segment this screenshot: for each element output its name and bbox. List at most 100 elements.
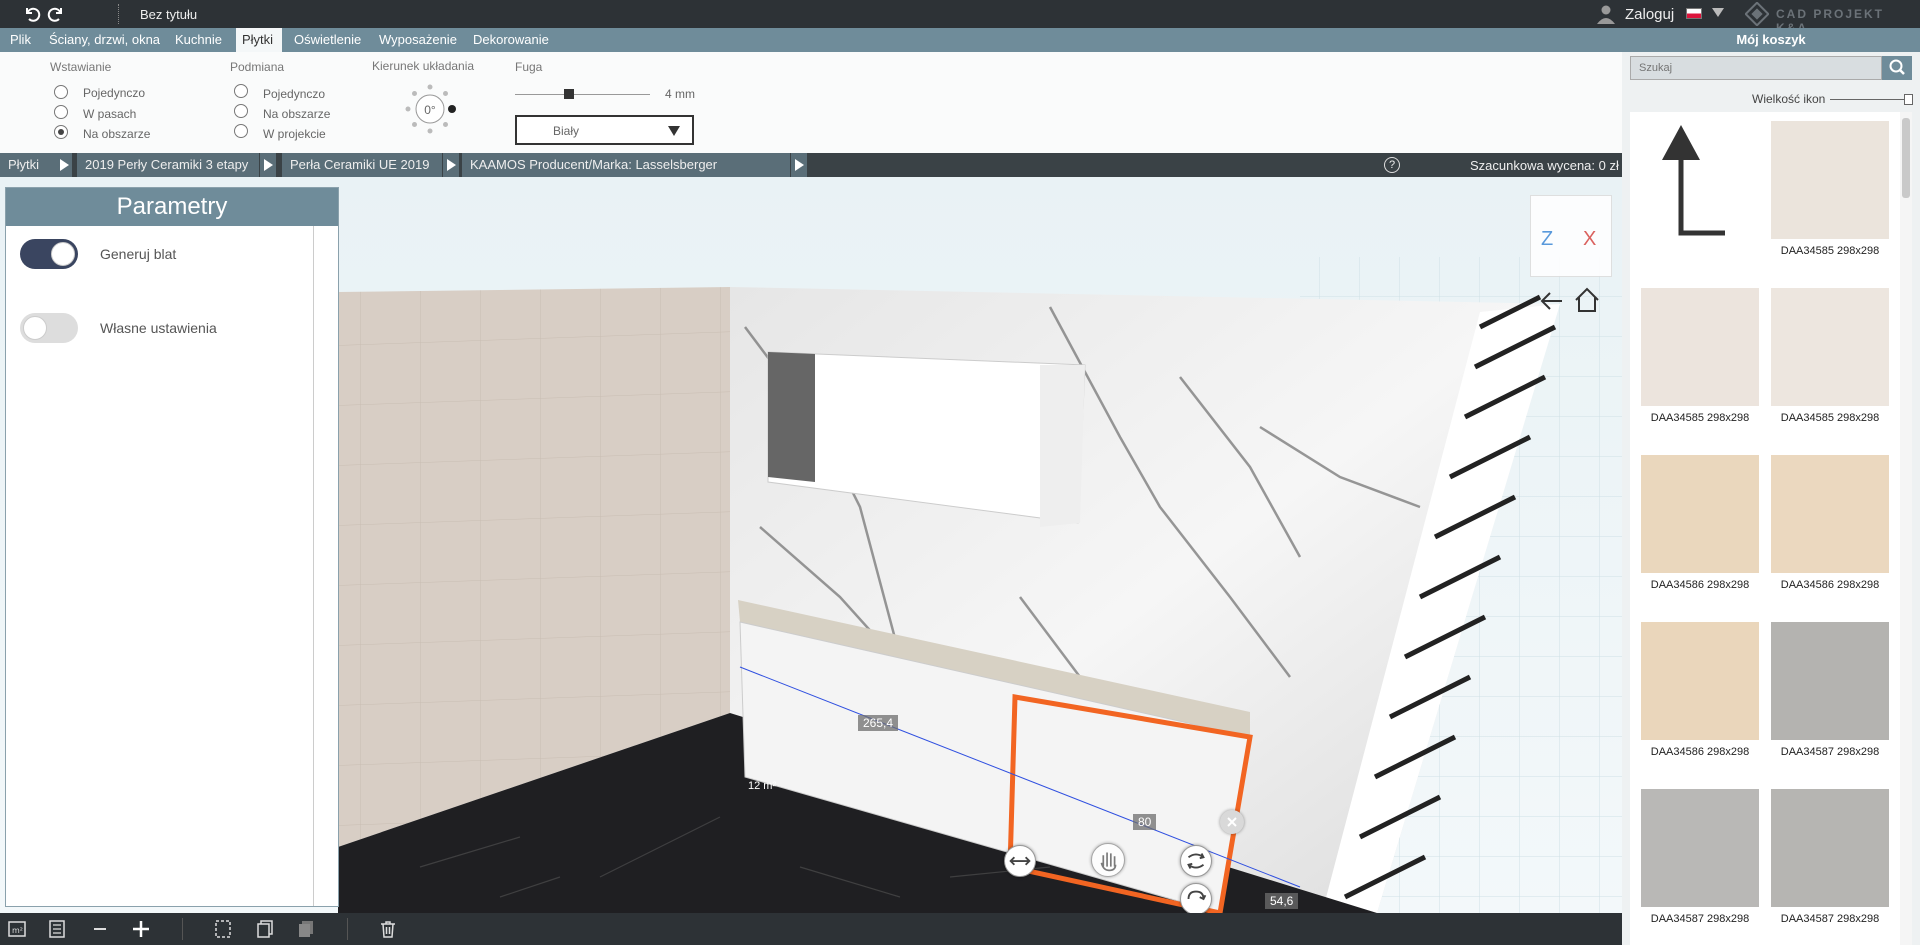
view-cube-z[interactable]: Z (1541, 228, 1553, 251)
icon-size-label: Wielkość ikon (1752, 92, 1826, 106)
help-icon[interactable]: ? (1384, 157, 1400, 173)
price-estimate: Szacunkowa wycena: 0 zł (1470, 158, 1619, 173)
frame-select-icon[interactable] (213, 919, 233, 939)
dimension-width: 80 (1133, 814, 1157, 830)
replace-project-radio[interactable] (234, 124, 248, 138)
breadcrumb-arrow-icon (443, 153, 459, 177)
area-measure-icon[interactable]: m² (7, 919, 27, 939)
insert-single-radio[interactable] (54, 85, 68, 99)
breadcrumb-item-collection[interactable]: 2019 Perły Ceramiki 3 etapy (77, 153, 259, 177)
close-icon[interactable] (1220, 810, 1244, 834)
back-arrow-icon[interactable] (1540, 289, 1564, 313)
redo-icon[interactable] (46, 4, 66, 24)
menu-lighting[interactable]: Oświetlenie (290, 28, 365, 52)
home-icon[interactable] (1574, 287, 1600, 313)
parameters-title: Parametry (6, 188, 338, 226)
trash-icon[interactable] (378, 919, 398, 939)
user-icon[interactable] (1596, 4, 1616, 24)
insert-single-label: Pojedynczo (83, 86, 146, 100)
menu-plik[interactable]: Plik (6, 28, 35, 52)
catalog-tile[interactable]: DAA34585 298x298 (1771, 288, 1889, 424)
tile-swatch (1771, 789, 1889, 907)
search-button[interactable] (1882, 56, 1912, 80)
rotate-vertical-icon[interactable] (1180, 883, 1212, 915)
replace-group-title: Podmiana (230, 60, 285, 74)
generate-countertop-toggle[interactable] (20, 239, 78, 269)
toolbar-divider (347, 918, 348, 940)
replace-area-radio[interactable] (234, 104, 248, 118)
breadcrumb-item-product[interactable]: KAAMOS Producent/Marka: Lasselsberger s.… (462, 153, 790, 196)
tile-swatch (1771, 455, 1889, 573)
tile-swatch (1641, 789, 1759, 907)
undo-icon[interactable] (22, 4, 42, 24)
own-settings-label: Własne ustawienia (100, 320, 217, 336)
menu-tiles[interactable]: Płytki (236, 28, 282, 52)
toolbar-divider (182, 918, 183, 940)
replace-area-label: Na obszarze (263, 107, 331, 121)
replace-project-label: W projekcie (263, 127, 326, 141)
toggle-knob (23, 316, 47, 340)
zoom-out-icon[interactable] (90, 919, 110, 939)
breadcrumb-arrow-icon (56, 153, 72, 177)
grout-color-value: Biały (553, 124, 580, 138)
catalog-tile[interactable]: DAA34587 298x298 (1641, 789, 1759, 925)
language-flag-icon[interactable] (1686, 8, 1702, 19)
catalog-tile[interactable]: DAA34585 298x298 (1771, 121, 1889, 257)
icon-size-slider-thumb[interactable] (1904, 94, 1913, 105)
tile-label: DAA34587 298x298 (1780, 746, 1880, 758)
tile-label: DAA34587 298x298 (1650, 913, 1750, 925)
rotate-horizontal-icon[interactable] (1180, 845, 1212, 877)
menu-equipment[interactable]: Wyposażenie (375, 28, 461, 52)
zoom-in-icon[interactable] (131, 919, 151, 939)
catalog-tile[interactable]: DAA34586 298x298 (1641, 622, 1759, 758)
dimension-area: 12 m² (748, 780, 777, 792)
tile-swatch (1641, 288, 1759, 406)
grout-width-slider-thumb[interactable] (564, 89, 574, 99)
view-cube-x[interactable]: X (1583, 228, 1596, 251)
parameters-panel: Parametry Generuj blat Własne ustawienia (5, 187, 339, 907)
breadcrumb-arrow-icon (791, 153, 807, 177)
login-link[interactable]: Zaloguj (1625, 6, 1674, 23)
own-settings-toggle[interactable] (20, 313, 78, 343)
catalog-tile[interactable]: DAA34586 298x298 (1641, 455, 1759, 591)
grout-color-select[interactable]: Biały (515, 115, 694, 145)
pan-hand-icon[interactable] (1091, 843, 1125, 877)
scrollbar-thumb[interactable] (1902, 118, 1910, 198)
search-input[interactable] (1630, 56, 1882, 80)
breadcrumb: Płytki 2019 Perły Ceramiki 3 etapy Perła… (0, 153, 1622, 196)
menu-kitchens[interactable]: Kuchnie (171, 28, 226, 52)
tile-label: DAA34587 298x298 (1780, 913, 1880, 925)
catalog-tile[interactable]: DAA34586 298x298 (1771, 455, 1889, 591)
list-report-icon[interactable] (47, 919, 67, 939)
document-title[interactable]: Bez tytułu (140, 7, 197, 22)
tile-swatch (1771, 622, 1889, 740)
breadcrumb-item-tiles[interactable]: Płytki (0, 153, 60, 177)
parameters-scrollbar[interactable] (313, 226, 314, 906)
insert-strips-label: W pasach (83, 107, 137, 121)
paste-icon[interactable] (296, 919, 316, 939)
catalog-tile[interactable]: DAA34585 298x298 (1641, 288, 1759, 424)
dimension-depth: 54,6 (1265, 893, 1299, 909)
dimension-length: 265,4 (858, 715, 899, 731)
search-icon (1889, 59, 1905, 75)
copy-icon[interactable] (255, 919, 275, 939)
language-dropdown-icon[interactable] (1712, 8, 1724, 17)
catalog-tile[interactable]: DAA34587 298x298 (1771, 622, 1889, 758)
up-level-arrow-icon[interactable] (1640, 120, 1758, 238)
tile-label: DAA34585 298x298 (1650, 412, 1750, 424)
catalog-tile[interactable]: DAA34587 298x298 (1771, 789, 1889, 925)
insert-area-radio[interactable] (54, 125, 68, 139)
cart-header[interactable]: Mój koszyk (1622, 28, 1920, 52)
grout-width-slider[interactable] (515, 94, 650, 95)
view-cube[interactable]: Z X (1530, 195, 1612, 277)
top-bar: Bez tytułu Zaloguj CAD PROJEKT K&A (0, 0, 1920, 35)
menu-decorating[interactable]: Dekorowanie (469, 28, 553, 52)
breadcrumb-item-series[interactable]: Perła Ceramiki UE 2019 (282, 153, 442, 177)
replace-single-radio[interactable] (234, 84, 248, 98)
icon-size-slider[interactable] (1830, 99, 1910, 100)
catalog-scrollbar[interactable] (1900, 112, 1912, 945)
insert-strips-radio[interactable] (54, 105, 68, 119)
move-horizontal-icon[interactable] (1004, 845, 1036, 877)
tile-swatch (1641, 622, 1759, 740)
menu-walls-doors-windows[interactable]: Ściany, drzwi, okna (45, 28, 164, 52)
